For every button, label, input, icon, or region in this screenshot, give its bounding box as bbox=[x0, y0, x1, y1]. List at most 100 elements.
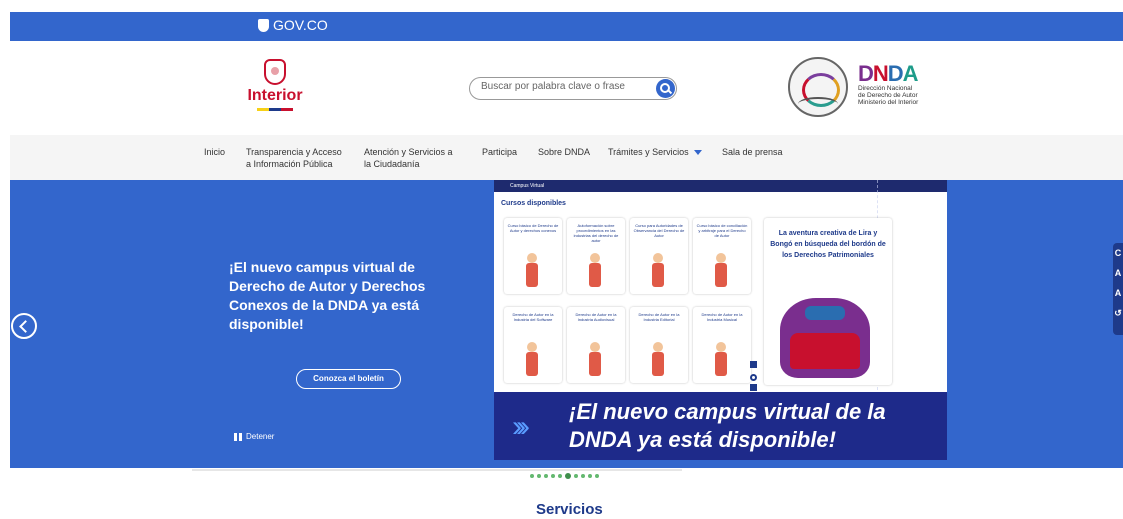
site-header: Interior DNDA Dirección Nacional de Dere… bbox=[10, 41, 1123, 135]
gov-co-bar: GOV.CO bbox=[10, 12, 1123, 41]
shield-icon bbox=[258, 18, 269, 32]
character-figure bbox=[649, 253, 667, 289]
accessibility-side-tabs: C A A ↺ bbox=[1113, 243, 1123, 335]
course-card: Derecho de Autor en la Industria Musical bbox=[693, 307, 751, 383]
character-figure bbox=[586, 253, 604, 289]
course-card: Derecho de Autor en la Industria Audiovi… bbox=[567, 307, 625, 383]
character-figure bbox=[649, 342, 667, 378]
carousel-dot[interactable] bbox=[558, 474, 562, 478]
read-bulletin-button[interactable]: Conozca el boletín bbox=[296, 369, 401, 389]
carousel-dot[interactable] bbox=[574, 474, 578, 478]
gov-co-text: GOV.CO bbox=[273, 17, 328, 33]
divider bbox=[192, 469, 682, 471]
course-card: Autoformación sobre procedimientos en la… bbox=[567, 218, 625, 294]
nav-item-inicio[interactable]: Inicio bbox=[204, 146, 225, 158]
nav-label: Sala de prensa bbox=[722, 147, 783, 157]
nav-label: Inicio bbox=[204, 147, 226, 157]
course-card-label: Derecho de Autor en la Industria Musical bbox=[701, 312, 743, 322]
banner-slogan-bar: ››› ¡El nuevo campus virtual de la DNDA … bbox=[494, 392, 947, 460]
nav-item-tramites[interactable]: Trámites y Servicios bbox=[608, 146, 702, 158]
dnda-letter: D bbox=[858, 61, 874, 86]
carousel-dot[interactable] bbox=[588, 474, 592, 478]
reset-tab[interactable]: ↺ bbox=[1113, 303, 1123, 323]
course-card-label: Derecho de Autor en la Industria del Sof… bbox=[512, 312, 554, 322]
course-card: Derecho de Autor en la Industria del Sof… bbox=[504, 307, 562, 383]
dnda-emblem-icon bbox=[788, 57, 848, 117]
dnda-letter: A bbox=[902, 61, 919, 86]
dnda-line-3: Ministerio del Interior bbox=[858, 99, 919, 106]
slogan-line-2: DNDA ya está disponible! bbox=[569, 427, 836, 452]
course-card-label: Curso para Autoridades de Observancia de… bbox=[633, 223, 685, 238]
course-card: Derecho de Autor en la Industria Editori… bbox=[630, 307, 688, 383]
nav-label: Sobre DNDA bbox=[538, 147, 591, 157]
search-box bbox=[469, 77, 677, 100]
dnda-line-1: Dirección Nacional bbox=[858, 85, 913, 92]
feature-text: La aventura creativa de Lira y Bongó en … bbox=[770, 230, 886, 259]
character-illustration bbox=[780, 298, 870, 378]
nav-item-atencion[interactable]: Atención y Servicios a la Ciudadanía bbox=[364, 146, 453, 170]
dnda-letter: D bbox=[887, 61, 904, 86]
carousel-dot[interactable] bbox=[530, 474, 534, 478]
courses-title: Cursos disponibles bbox=[501, 200, 566, 207]
nav-label: Participa bbox=[482, 147, 518, 157]
stop-label: Detener bbox=[246, 432, 275, 441]
dnda-letter: N bbox=[872, 61, 889, 86]
slogan-line-1: ¡El nuevo campus virtual de la bbox=[569, 399, 886, 424]
character-figure bbox=[712, 342, 730, 378]
course-card: Curso para Autoridades de Observancia de… bbox=[630, 218, 688, 294]
carousel-dot[interactable] bbox=[544, 474, 548, 478]
page: GOV.CO Interior DNDA Dirección Nacional … bbox=[0, 0, 1123, 519]
nav-label: Trámites y Servicios bbox=[608, 147, 689, 157]
banner-control-circle bbox=[750, 374, 757, 381]
pause-icon bbox=[234, 432, 242, 441]
carousel-dot[interactable] bbox=[551, 474, 555, 478]
services-heading: Servicios bbox=[536, 501, 603, 518]
course-card-label: Curso básico de conciliación y arbitraje… bbox=[696, 223, 748, 238]
search-input[interactable] bbox=[481, 81, 651, 92]
course-card: Curso básico de Derecho de Autor y derec… bbox=[504, 218, 562, 294]
course-card-label: Curso básico de Derecho de Autor y derec… bbox=[507, 223, 559, 233]
gov-co-logo[interactable]: GOV.CO bbox=[258, 17, 328, 33]
carousel-dot[interactable] bbox=[595, 474, 599, 478]
carousel-dot[interactable] bbox=[537, 474, 541, 478]
coat-of-arms-icon bbox=[264, 59, 286, 85]
character-figure bbox=[712, 253, 730, 289]
dnda-acronym: DNDA bbox=[858, 63, 948, 85]
nav-label: Atención y Servicios a bbox=[364, 147, 453, 157]
banner-control bbox=[750, 361, 757, 368]
character-figure bbox=[523, 342, 541, 378]
banner-slogan: ¡El nuevo campus virtual de la DNDA ya e… bbox=[569, 398, 939, 454]
banner-control bbox=[750, 384, 757, 391]
character-figure bbox=[586, 342, 604, 378]
nav-item-transparencia[interactable]: Transparencia y Acceso a Información Púb… bbox=[246, 146, 342, 170]
nav-item-sala-prensa[interactable]: Sala de prensa bbox=[722, 146, 783, 158]
flag-stripe bbox=[257, 108, 293, 111]
course-card-label: Derecho de Autor en la Industria Editori… bbox=[638, 312, 680, 322]
nav-label: Transparencia y Acceso bbox=[246, 147, 342, 157]
course-card-label: Autoformación sobre procedimientos en la… bbox=[573, 223, 619, 243]
carousel-dot[interactable] bbox=[565, 473, 571, 479]
dnda-logo[interactable]: DNDA Dirección Nacional de Derecho de Au… bbox=[858, 63, 948, 107]
carousel-indicators bbox=[530, 473, 599, 479]
feature-card: La aventura creativa de Lira y Bongó en … bbox=[764, 218, 892, 385]
main-nav: Inicio Transparencia y Acceso a Informac… bbox=[10, 135, 1123, 180]
nav-label-line-2: a Información Pública bbox=[246, 159, 333, 169]
ministry-name: Interior bbox=[247, 87, 303, 104]
nav-label-line-2: la Ciudadanía bbox=[364, 159, 420, 169]
font-increase-tab[interactable]: A bbox=[1113, 283, 1123, 303]
nav-item-participa[interactable]: Participa bbox=[482, 146, 517, 158]
hero-title: ¡El nuevo campus virtual de Derecho de A… bbox=[229, 259, 426, 332]
course-card: Curso básico de conciliación y arbitraje… bbox=[693, 218, 751, 294]
campus-banner-image[interactable]: Campus Virtual Cursos disponibles Curso … bbox=[494, 180, 947, 460]
chevron-down-icon bbox=[693, 150, 702, 156]
stop-carousel-button[interactable]: Detener bbox=[234, 432, 274, 441]
carousel-dot[interactable] bbox=[581, 474, 585, 478]
font-decrease-tab[interactable]: A bbox=[1113, 263, 1123, 283]
course-card-label: Derecho de Autor en la Industria Audiovi… bbox=[575, 312, 617, 322]
search-button[interactable] bbox=[656, 79, 675, 98]
dnda-line-2: de Derecho de Autor bbox=[858, 92, 918, 99]
ministry-logo[interactable]: Interior bbox=[240, 59, 310, 111]
contrast-tab[interactable]: C bbox=[1113, 243, 1123, 263]
carousel-prev-button[interactable] bbox=[11, 313, 37, 339]
nav-item-sobre-dnda[interactable]: Sobre DNDA bbox=[538, 146, 590, 158]
